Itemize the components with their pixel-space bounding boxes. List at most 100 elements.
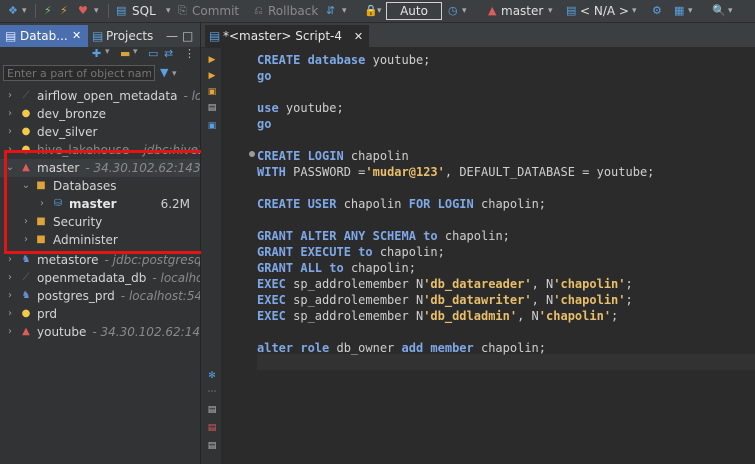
navigator-tabs: ▤ Datab... ✕ ▤ Projects — □ bbox=[0, 23, 200, 47]
admin-folder-icon: ■ bbox=[36, 234, 46, 245]
connect-icon[interactable]: ⚡ bbox=[44, 0, 52, 22]
execute-statement-icon[interactable]: ▶ bbox=[206, 54, 218, 66]
tree-node-openmetadata-db[interactable]: › ⟋ openmetadata_db - localhost: bbox=[0, 269, 200, 287]
code-line: go bbox=[257, 117, 272, 131]
transaction-mode-icon[interactable]: ⇵ bbox=[326, 0, 335, 22]
chevron-down-icon[interactable]: ▾ bbox=[688, 0, 693, 22]
chevron-right-icon[interactable]: › bbox=[5, 251, 15, 269]
tree-node-master[interactable]: ⌄ ▲ master - 34.30.102.62:1435 bbox=[0, 159, 200, 177]
database-icon: ▤ bbox=[5, 29, 17, 43]
chevron-down-icon[interactable]: ▾ bbox=[22, 0, 27, 22]
database-navigator-icon[interactable]: ❖ bbox=[8, 0, 18, 22]
rollback-icon[interactable]: ⎌ bbox=[254, 0, 263, 22]
navigator-toolbar: ✚ ▾ ▬ ▾ ▭ ⇄ ⋮ bbox=[0, 47, 200, 63]
chevron-right-icon[interactable]: › bbox=[5, 87, 15, 105]
commit-button[interactable]: Commit bbox=[192, 0, 239, 22]
chevron-down-icon[interactable]: ▾ bbox=[342, 0, 347, 22]
filter-icon[interactable]: ▼ ▾ bbox=[160, 65, 196, 81]
disconnect-icon[interactable]: ⚡ bbox=[60, 0, 68, 22]
collapse-all-icon[interactable]: ▭ bbox=[148, 47, 158, 60]
chevron-right-icon[interactable]: › bbox=[5, 123, 15, 141]
lock-icon[interactable]: 🔒 bbox=[364, 0, 378, 22]
chevron-right-icon[interactable]: › bbox=[21, 231, 31, 249]
chevron-right-icon[interactable]: › bbox=[5, 269, 15, 287]
postgres-connection-icon: ♞ bbox=[21, 254, 31, 265]
chevron-right-icon[interactable]: › bbox=[37, 195, 47, 213]
code-line: EXEC sp_addrolemember N'db_ddladmin', N'… bbox=[257, 309, 619, 323]
results-icon[interactable]: ▤ bbox=[206, 404, 218, 416]
tree-node-dev-bronze[interactable]: › ● dev_bronze bbox=[0, 105, 200, 123]
sql-button[interactable]: SQL bbox=[132, 0, 156, 22]
explain-plan-icon[interactable]: ▤ bbox=[206, 102, 218, 114]
chevron-down-icon[interactable]: ⌄ bbox=[21, 177, 31, 195]
tab-database-navigator[interactable]: ▤ Datab... ✕ bbox=[0, 25, 88, 47]
minimize-icon[interactable]: — bbox=[166, 25, 178, 47]
tree-node-postgres-prd[interactable]: › ♞ postgres_prd - localhost:5435 bbox=[0, 287, 200, 305]
tree-node-youtube[interactable]: › ▲ youtube - 34.30.102.62:1435 bbox=[0, 323, 200, 341]
tab-projects[interactable]: ▤ Projects bbox=[90, 25, 160, 47]
maximize-icon[interactable]: □ bbox=[182, 25, 193, 47]
output-icon[interactable]: ▣ bbox=[206, 120, 218, 132]
history-icon[interactable]: ◷ bbox=[448, 0, 458, 22]
panel-settings-icon[interactable]: ✻ bbox=[206, 370, 218, 382]
tree-node-label: hive_lakehouse bbox=[37, 143, 130, 157]
log-icon[interactable]: ▤ bbox=[206, 422, 218, 434]
chevron-right-icon[interactable]: › bbox=[5, 287, 15, 305]
chevron-right-icon[interactable]: › bbox=[5, 141, 15, 159]
connection-icon: ● bbox=[21, 126, 31, 137]
tree-node-prd[interactable]: › ● prd bbox=[0, 305, 200, 323]
tree-node-security[interactable]: › ■ Security bbox=[0, 213, 200, 231]
transaction-mode-auto[interactable]: Auto bbox=[386, 2, 442, 20]
close-icon[interactable]: ✕ bbox=[72, 25, 81, 47]
close-icon[interactable]: ✕ bbox=[354, 30, 363, 43]
tree-node-administer[interactable]: › ■ Administer bbox=[0, 231, 200, 249]
tree-node-metastore[interactable]: › ♞ metastore - jdbc:postgresql://l bbox=[0, 251, 200, 269]
chevron-down-icon[interactable]: ▾ bbox=[548, 0, 553, 22]
chevron-down-icon[interactable]: ▾ bbox=[166, 0, 171, 22]
view-menu-icon[interactable]: ⋮ bbox=[184, 47, 195, 60]
link-with-editor-icon[interactable]: ⇄ bbox=[164, 47, 173, 60]
active-schema-selector[interactable]: < N/A > bbox=[580, 0, 629, 22]
chevron-down-icon[interactable]: ▾ bbox=[133, 47, 138, 57]
chevron-down-icon[interactable]: ⌄ bbox=[5, 159, 15, 177]
editor-tabs: ▤ *<master> Script-4 ✕ bbox=[201, 23, 755, 47]
chevron-right-icon[interactable]: › bbox=[21, 213, 31, 231]
chevron-down-icon[interactable]: ▾ bbox=[377, 0, 382, 22]
panels-icon[interactable]: ▦ bbox=[674, 0, 684, 22]
folder-icon[interactable]: ▬ bbox=[120, 47, 130, 60]
search-icon[interactable]: 🔍 bbox=[712, 0, 726, 22]
preferences-icon[interactable]: ⚙ bbox=[652, 0, 662, 22]
tree-node-hive-lakehouse[interactable]: › ● hive_lakehouse - jdbc:hive2://( bbox=[0, 141, 200, 159]
tree-node-databases[interactable]: ⌄ ■ Databases bbox=[0, 177, 200, 195]
chevron-down-icon[interactable]: ▾ bbox=[94, 0, 99, 22]
invalidate-icon[interactable]: ♥ bbox=[78, 0, 88, 22]
datasource-icon[interactable]: ▲ bbox=[488, 0, 496, 22]
code-line: GRANT ALTER ANY SCHEMA to chapolin; bbox=[257, 229, 510, 243]
tree-node-dev-silver[interactable]: › ● dev_silver bbox=[0, 123, 200, 141]
tree-node-airflow[interactable]: › ⟋ airflow_open_metadata - local bbox=[0, 87, 200, 105]
chevron-right-icon[interactable]: › bbox=[5, 305, 15, 323]
execute-script-icon[interactable]: ▶ bbox=[206, 70, 218, 82]
chevron-down-icon[interactable]: ▾ bbox=[105, 47, 110, 57]
tab-script-4[interactable]: ▤ *<master> Script-4 ✕ bbox=[205, 25, 370, 47]
rollback-button[interactable]: Rollback bbox=[268, 0, 318, 22]
object-name-filter-input[interactable] bbox=[3, 65, 155, 81]
tab-label: *<master> Script-4 bbox=[223, 29, 343, 43]
schema-icon[interactable]: ▤ bbox=[566, 0, 576, 22]
more-icon[interactable]: ⋯ bbox=[206, 386, 218, 398]
connection-icon: ⟋ bbox=[22, 90, 30, 101]
chevron-right-icon[interactable]: › bbox=[5, 323, 15, 341]
new-connection-icon[interactable]: ✚ bbox=[92, 47, 101, 60]
chevron-right-icon[interactable]: › bbox=[5, 105, 15, 123]
active-datasource-selector[interactable]: master bbox=[501, 0, 543, 22]
chevron-down-icon[interactable]: ▾ bbox=[462, 0, 467, 22]
execute-in-tab-icon[interactable]: ▣ bbox=[206, 86, 218, 98]
commit-icon[interactable]: ⎘ bbox=[178, 0, 187, 22]
tree-node-master-database[interactable]: › ⛁ master 6.2M bbox=[0, 195, 200, 213]
chevron-down-icon[interactable]: ▾ bbox=[632, 0, 637, 22]
tree-node-url: - jdbc:postgresql://l bbox=[104, 253, 200, 267]
variables-icon[interactable]: ▤ bbox=[206, 440, 218, 452]
chevron-down-icon[interactable]: ▾ bbox=[728, 0, 733, 22]
statement-marker-icon bbox=[249, 151, 255, 157]
sql-editor-icon[interactable]: ▤ bbox=[116, 0, 126, 22]
